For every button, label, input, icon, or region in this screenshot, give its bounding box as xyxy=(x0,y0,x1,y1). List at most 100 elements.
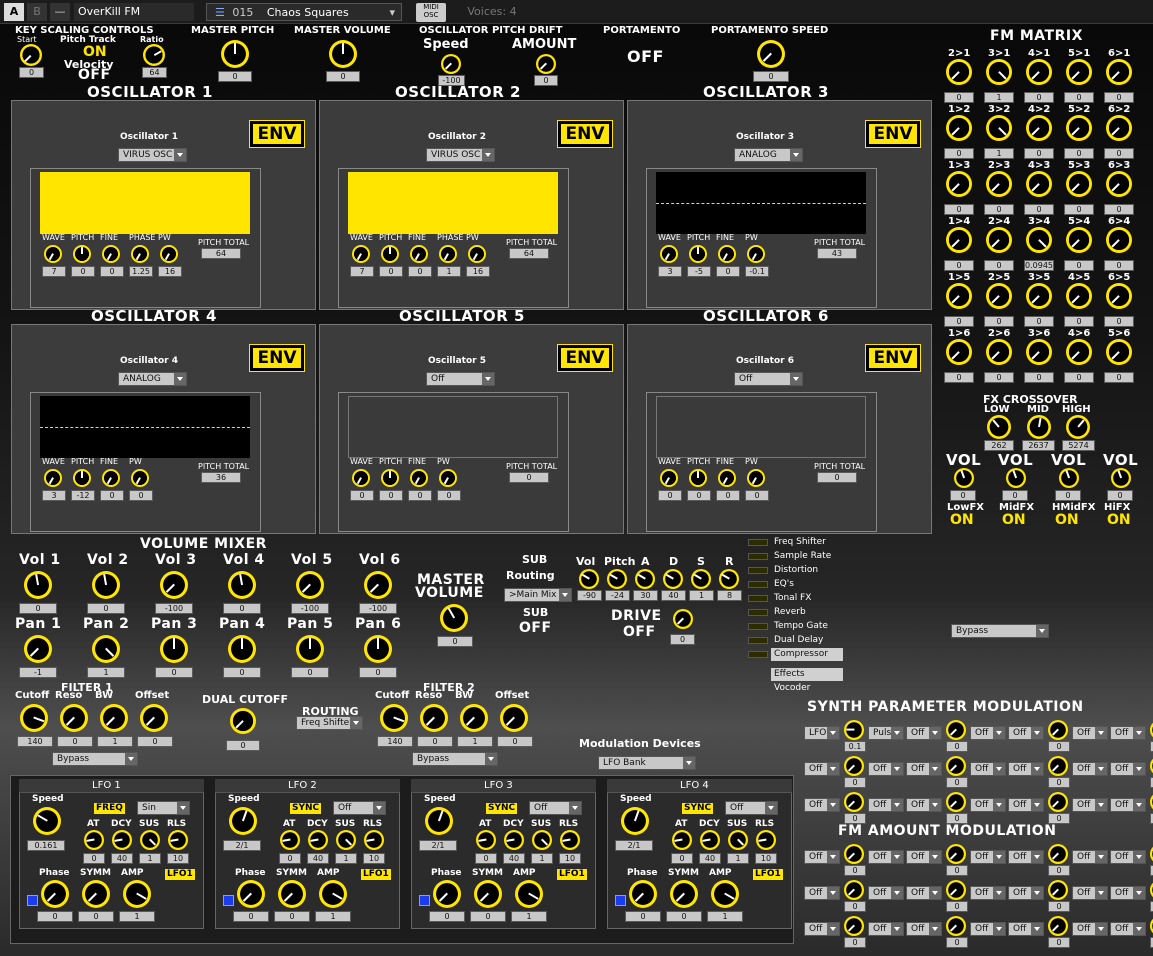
lfo4-speed-value[interactable]: 2/1 xyxy=(615,840,653,851)
lfo3-speed-value[interactable]: 2/1 xyxy=(419,840,457,851)
fx-item-2[interactable]: Sample Rate xyxy=(771,550,843,563)
preset-selector[interactable]: ☰ 015 Chaos Squares ▾ xyxy=(206,3,402,21)
fm_mod-r1-c1-amount-value[interactable]: 0 xyxy=(844,865,866,876)
fx-led-6[interactable] xyxy=(748,609,768,616)
lfo2-amp-value[interactable]: 1 xyxy=(315,911,351,922)
osc3-pw-knob[interactable] xyxy=(747,245,765,263)
synth_mod-r2-c2-amount-knob[interactable] xyxy=(946,756,966,776)
fx-low-knob[interactable] xyxy=(987,415,1011,439)
osc6-type-dropdown[interactable]: Off xyxy=(734,372,803,386)
synth_mod-r2-c1-source-dropdown[interactable]: Off xyxy=(804,762,840,776)
synth_mod-r2-c3-source-dropdown[interactable]: Off xyxy=(1008,762,1044,776)
fx-led-7[interactable] xyxy=(748,623,768,630)
sub-pitch-value[interactable]: -24 xyxy=(605,590,630,601)
mixer-vol2-value[interactable]: 0 xyxy=(87,603,125,614)
fm-2-to-6-knob[interactable] xyxy=(986,339,1012,365)
fx-item-1[interactable]: Freq Shifter xyxy=(771,536,843,549)
osc6-pitch-value[interactable]: 0 xyxy=(687,490,711,501)
fm_mod-r3-c2-amount-value[interactable]: 0 xyxy=(946,937,968,948)
fm_mod-r2-c1-amount-value[interactable]: 0 xyxy=(844,901,866,912)
tab-a[interactable]: A xyxy=(4,3,24,21)
fx-item-5[interactable]: Tonal FX xyxy=(771,592,843,605)
fm_mod-r1-c3-amount-knob[interactable] xyxy=(1048,844,1068,864)
osc4-pw-knob[interactable] xyxy=(131,469,149,487)
mixer-vol3-knob[interactable] xyxy=(160,571,188,599)
fm-3-to-5-value[interactable]: 0 xyxy=(1024,316,1054,327)
sub-r-knob[interactable] xyxy=(719,569,739,589)
synth_mod-r2-c3-dest-dropdown[interactable]: Off xyxy=(1072,762,1108,776)
lfo3-mode-toggle[interactable]: SYNC xyxy=(486,803,518,814)
lfo3-at-value[interactable]: 0 xyxy=(475,853,497,864)
fm_mod-r3-c1-dest-dropdown[interactable]: Off xyxy=(868,922,904,936)
fx-item-3[interactable]: Distortion xyxy=(771,564,843,577)
fm-4-to-6-value[interactable]: 0 xyxy=(1064,372,1094,383)
fm_mod-r3-c1-amount-knob[interactable] xyxy=(844,916,864,936)
fm_mod-r2-c1-amount-knob[interactable] xyxy=(844,880,864,900)
synth_mod-r1-c2-amount-knob[interactable] xyxy=(946,720,966,740)
lfo2-speed-knob[interactable] xyxy=(229,807,257,835)
osc6-fine-knob[interactable] xyxy=(718,469,736,487)
fx-led-4[interactable] xyxy=(748,581,768,588)
lfo2-phase-value[interactable]: 0 xyxy=(233,911,269,922)
synth_mod-r3-c1-dest-dropdown[interactable]: Off xyxy=(868,798,904,812)
fx-item-6[interactable]: Reverb xyxy=(771,606,843,619)
f2-offset-value[interactable]: 0 xyxy=(497,736,533,747)
mixer-vol6-knob[interactable] xyxy=(364,571,392,599)
lfo2-target-tag[interactable]: LFO1 xyxy=(361,869,391,880)
fm-2-to-5-knob[interactable] xyxy=(986,283,1012,309)
synth_mod-r1-c3-amount-value[interactable]: 0 xyxy=(1048,741,1070,752)
osc4-fine-value[interactable]: 0 xyxy=(100,490,124,501)
fm-5-to-4-value[interactable]: 0 xyxy=(1064,260,1094,271)
synth_mod-r2-c1-dest-dropdown[interactable]: Off xyxy=(868,762,904,776)
lfo4-sus-value[interactable]: 1 xyxy=(727,853,749,864)
fm-2-to-4-value[interactable]: 0 xyxy=(984,260,1014,271)
lfo4-rls-knob[interactable] xyxy=(756,830,776,850)
synth_mod-r1-c1-dest-dropdown[interactable]: Pulse xyxy=(868,726,904,740)
synth_mod-r3-c3-amount-knob[interactable] xyxy=(1048,792,1068,812)
lfo4-phase-value[interactable]: 0 xyxy=(625,911,661,922)
f1-bw-value[interactable]: 1 xyxy=(97,736,133,747)
synth_mod-r2-c2-dest-dropdown[interactable]: Off xyxy=(970,762,1006,776)
lfo3-dcy-value[interactable]: 40 xyxy=(503,853,525,864)
lfo2-dcy-knob[interactable] xyxy=(308,830,328,850)
osc6-fine-value[interactable]: 0 xyxy=(716,490,740,501)
osc4-env-button[interactable]: ENV xyxy=(249,344,305,372)
start-knob[interactable] xyxy=(20,44,42,66)
osc1-pitch-knob[interactable] xyxy=(73,245,91,263)
mixer-pan3-knob[interactable] xyxy=(160,635,188,663)
drift-amount-knob[interactable] xyxy=(536,54,556,74)
fm-5-to-2-value[interactable]: 0 xyxy=(1064,148,1094,159)
fm_mod-r2-c2-dest-dropdown[interactable]: Off xyxy=(970,886,1006,900)
fm-1-to-2-knob[interactable] xyxy=(946,115,972,141)
synth_mod-r2-c1-amount-value[interactable]: 0 xyxy=(844,777,866,788)
osc1-type-dropdown[interactable]: VIRUS OSC xyxy=(118,148,187,162)
lfo1-at-value[interactable]: 0 xyxy=(83,853,105,864)
synth_mod-r1-c3-dest-dropdown[interactable]: Off xyxy=(1072,726,1108,740)
synth_mod-r1-c1-source-dropdown[interactable]: LFO xyxy=(804,726,840,740)
osc1-pitch-total-value[interactable]: 64 xyxy=(201,248,241,259)
synth_mod-r2-c2-source-dropdown[interactable]: Off xyxy=(906,762,942,776)
fm_mod-r3-c2-amount-knob[interactable] xyxy=(946,916,966,936)
osc2-phase-knob[interactable] xyxy=(439,245,457,263)
lfo3-dcy-knob[interactable] xyxy=(504,830,524,850)
lfo2-speed-value[interactable]: 2/1 xyxy=(223,840,261,851)
lfo4-phase-knob[interactable] xyxy=(629,880,657,908)
fm-6-to-5-knob[interactable] xyxy=(1106,283,1132,309)
minimize-button[interactable]: — xyxy=(50,3,70,21)
vocoder-tab[interactable]: Vocoder xyxy=(771,682,843,695)
osc5-fine-knob[interactable] xyxy=(410,469,428,487)
fx-led-3[interactable] xyxy=(748,567,768,574)
fm-6-to-3-knob[interactable] xyxy=(1106,171,1132,197)
fm-5-to-2-knob[interactable] xyxy=(1066,115,1092,141)
fm-1-to-6-value[interactable]: 0 xyxy=(944,372,974,383)
mixer-vol4-knob[interactable] xyxy=(228,571,256,599)
fm-4-to-6-knob[interactable] xyxy=(1066,339,1092,365)
osc2-pitch-total-value[interactable]: 64 xyxy=(509,248,549,259)
synth_mod-r3-c1-amount-value[interactable]: 0 xyxy=(844,813,866,824)
synth_mod-r1-c4-source-dropdown[interactable]: Off xyxy=(1110,726,1146,740)
fx-low-value[interactable]: 262 xyxy=(984,440,1014,451)
fm-4-to-5-knob[interactable] xyxy=(1066,283,1092,309)
osc3-pw-value[interactable]: -0.1 xyxy=(745,266,769,277)
fm-3-to-4-value[interactable]: 0.0945 xyxy=(1024,260,1054,271)
fm_mod-r1-c3-dest-dropdown[interactable]: Off xyxy=(1072,850,1108,864)
